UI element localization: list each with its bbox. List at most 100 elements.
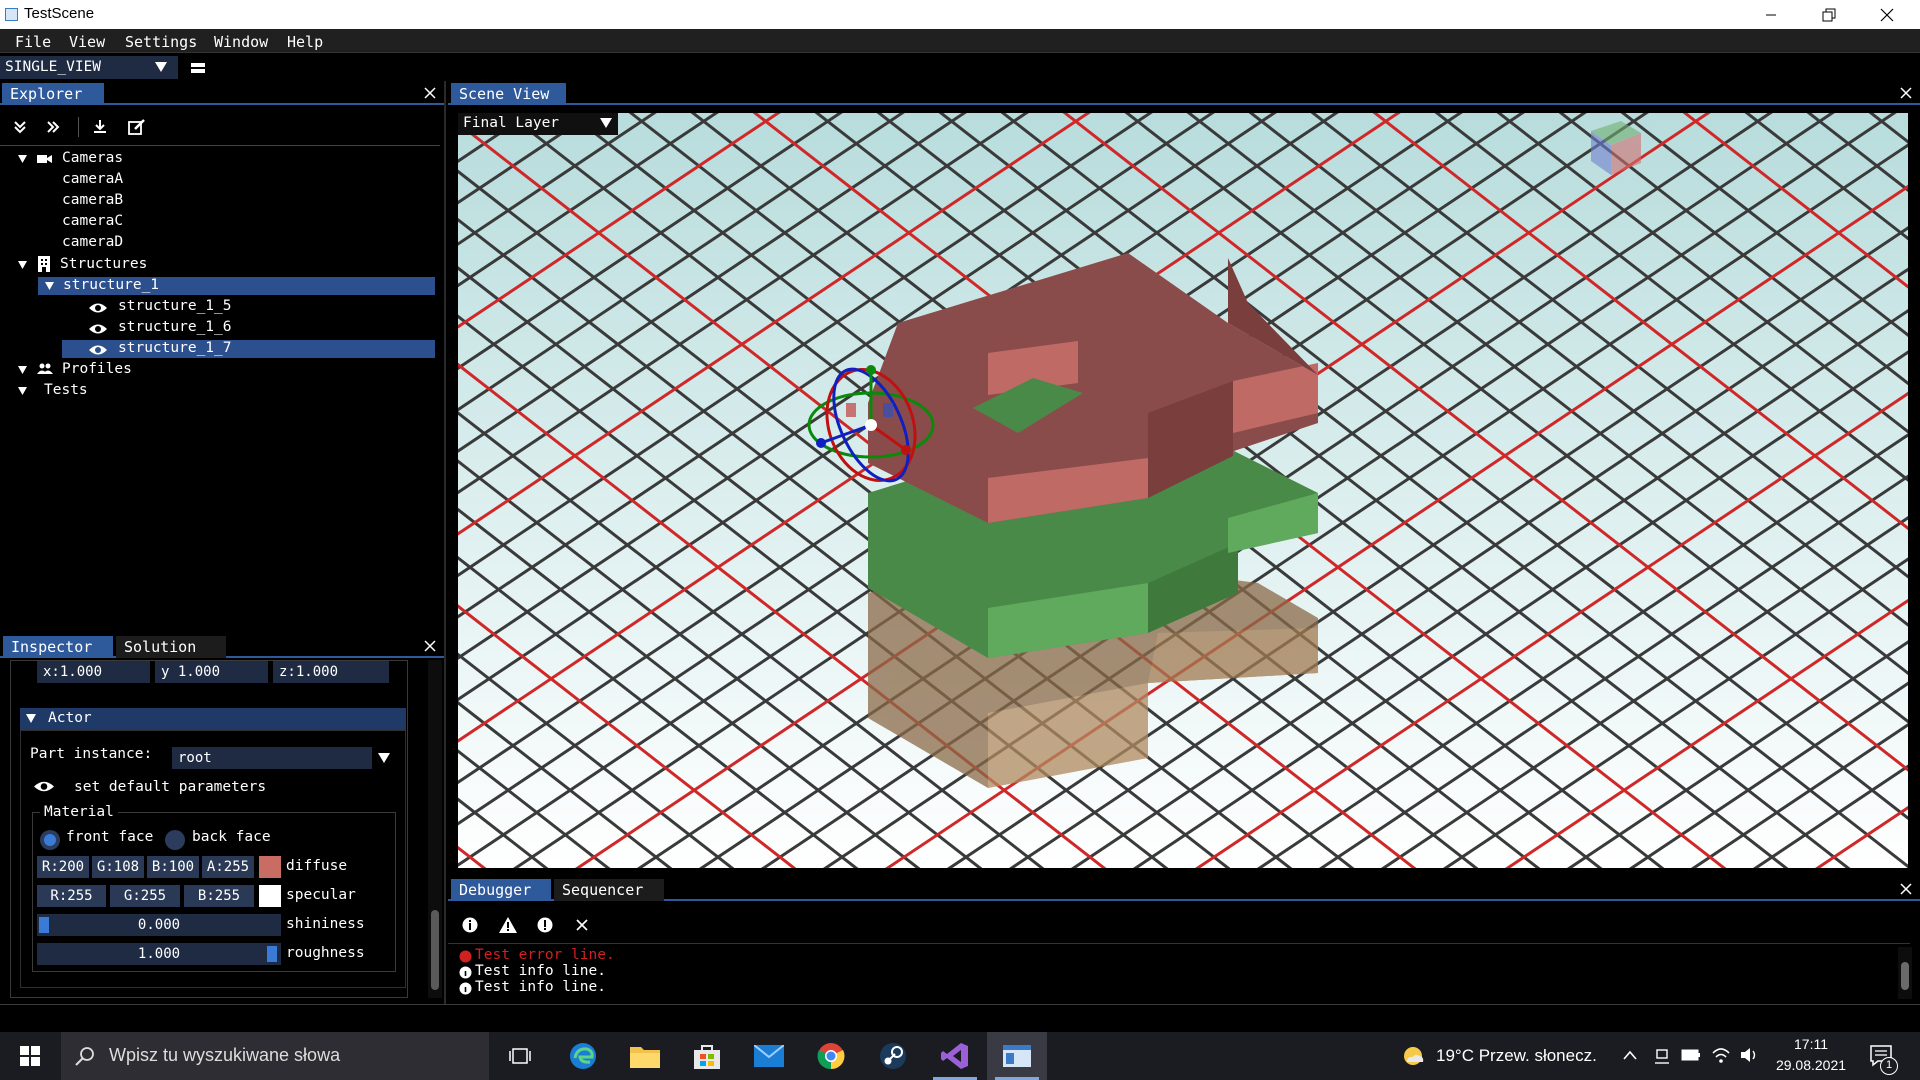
warning-filter-icon[interactable] [499, 917, 517, 933]
taskbar-visual-studio[interactable] [925, 1032, 985, 1080]
part-instance-select[interactable]: root [172, 747, 372, 769]
slider-handle[interactable] [39, 917, 49, 933]
tree-item-structure-1-5[interactable]: structure_1_5 [118, 298, 232, 314]
battery-icon[interactable] [1681, 1049, 1701, 1061]
taskbar-test-scene[interactable] [987, 1032, 1047, 1080]
diffuse-a-field[interactable]: A:255 [202, 856, 254, 878]
specular-g-field[interactable]: G:255 [110, 885, 180, 907]
eye-icon[interactable] [88, 302, 108, 314]
task-view-button[interactable] [490, 1032, 550, 1080]
actor-header[interactable]: Actor [20, 708, 406, 730]
diffuse-g-field[interactable]: G:108 [92, 856, 144, 878]
tab-solution[interactable]: Solution [116, 636, 226, 658]
chevron-up-icon[interactable] [1623, 1050, 1637, 1060]
weather-text[interactable]: 19°C Przew. słonecz. [1436, 1046, 1597, 1066]
scale-z-field[interactable]: z:1.000 [273, 661, 389, 683]
tree-item-camera-b[interactable]: cameraB [62, 192, 123, 208]
shininess-slider[interactable]: 0.000 [37, 914, 281, 936]
expand-arrow-icon[interactable] [45, 282, 54, 290]
expand-arrow-icon[interactable] [18, 155, 27, 163]
dropdown-arrow-icon[interactable] [378, 753, 390, 764]
close-window-button[interactable] [1858, 0, 1916, 29]
taskbar-file-explorer[interactable] [615, 1032, 675, 1080]
taskbar-mail[interactable] [739, 1032, 799, 1080]
close-icon[interactable] [1900, 883, 1912, 895]
taskbar-chrome[interactable] [801, 1032, 861, 1080]
error-filter-icon[interactable] [537, 917, 553, 933]
layout-menu-icon[interactable] [191, 62, 205, 74]
tree-item-cameras[interactable]: Cameras [62, 150, 123, 166]
tab-explorer[interactable]: Explorer [2, 83, 104, 105]
info-filter-icon[interactable] [462, 917, 478, 933]
tab-scene-view[interactable]: Scene View [451, 83, 566, 105]
diffuse-color-swatch[interactable] [259, 856, 281, 878]
scene-viewport[interactable] [458, 113, 1908, 868]
menu-window[interactable]: Window [214, 33, 268, 51]
specular-r-field[interactable]: R:255 [37, 885, 106, 907]
close-icon[interactable] [424, 640, 436, 652]
tree-item-profiles[interactable]: Profiles [62, 361, 132, 377]
taskbar-edge[interactable] [553, 1032, 613, 1080]
tree-item-structure-1-6[interactable]: structure_1_6 [118, 319, 232, 335]
expand-arrow-icon[interactable] [18, 387, 27, 395]
menu-help[interactable]: Help [287, 33, 323, 51]
expand-all-icon[interactable] [46, 120, 60, 134]
clock-date[interactable]: 29.08.2021 [1772, 1057, 1850, 1073]
taskbar-search-box[interactable]: Wpisz tu wyszukiwane słowa [61, 1032, 489, 1080]
eye-icon[interactable] [33, 780, 55, 793]
edit-icon[interactable] [128, 118, 146, 136]
scale-x-field[interactable]: x:1.000 [37, 661, 150, 683]
tab-sequencer[interactable]: Sequencer [554, 879, 664, 901]
roughness-slider[interactable]: 1.000 [37, 943, 281, 965]
collapse-all-icon[interactable] [13, 120, 27, 134]
expand-arrow-icon[interactable] [18, 261, 27, 269]
front-face-radio[interactable] [40, 830, 60, 850]
minimize-button[interactable] [1742, 0, 1800, 29]
scene-render[interactable] [458, 113, 1908, 868]
diffuse-b-field[interactable]: B:100 [147, 856, 199, 878]
tree-item-camera-d[interactable]: cameraD [62, 234, 123, 250]
back-face-radio[interactable] [165, 830, 185, 850]
menu-file[interactable]: File [15, 33, 51, 51]
restore-button[interactable] [1800, 0, 1858, 29]
tree-item-camera-c[interactable]: cameraC [62, 213, 123, 229]
tree-item-structure-1-7[interactable]: structure_1_7 [118, 340, 232, 356]
tree-item-camera-a[interactable]: cameraA [62, 171, 123, 187]
tab-inspector[interactable]: Inspector [3, 636, 113, 658]
download-icon[interactable] [93, 120, 107, 134]
expand-arrow-icon[interactable] [18, 366, 27, 374]
specular-color-swatch[interactable] [259, 885, 281, 907]
taskbar-store[interactable] [677, 1032, 737, 1080]
eye-icon[interactable] [88, 344, 108, 356]
meet-now-icon[interactable] [1654, 1047, 1670, 1065]
clear-log-icon[interactable] [576, 919, 588, 931]
volume-icon[interactable] [1740, 1046, 1760, 1064]
slider-handle[interactable] [267, 946, 277, 962]
taskbar-steam[interactable] [863, 1032, 923, 1080]
inspector-scrollbar[interactable] [428, 660, 442, 998]
diffuse-r-field[interactable]: R:200 [37, 856, 89, 878]
layer-select[interactable]: Final Layer [458, 113, 618, 135]
layout-select[interactable]: SINGLE_VIEW [0, 56, 178, 79]
menu-settings[interactable]: Settings [125, 33, 197, 51]
close-icon[interactable] [424, 87, 436, 99]
weather-icon[interactable] [1401, 1044, 1425, 1068]
tree-item-structure-1[interactable]: structure_1 [63, 277, 159, 293]
tree-item-structures[interactable]: Structures [60, 256, 147, 272]
dropdown-arrow-icon[interactable] [600, 118, 612, 129]
menu-view[interactable]: View [69, 33, 105, 51]
start-button[interactable] [0, 1032, 60, 1080]
scale-y-field[interactable]: y 1.000 [155, 661, 268, 683]
eye-icon[interactable] [88, 323, 108, 335]
tree-item-tests[interactable]: Tests [44, 382, 88, 398]
close-icon[interactable] [1900, 87, 1912, 99]
taskbar: Wpisz tu wyszukiwane słowa 19°C Przew. s… [0, 1032, 1920, 1080]
wifi-icon[interactable] [1711, 1046, 1731, 1064]
dropdown-arrow-icon[interactable] [155, 62, 167, 73]
mail-icon [754, 1045, 784, 1067]
set-default-parameters-label[interactable]: set default parameters [74, 779, 266, 795]
tab-debugger[interactable]: Debugger [451, 879, 551, 901]
clock-time[interactable]: 17:11 [1784, 1036, 1838, 1052]
specular-b-field[interactable]: B:255 [184, 885, 254, 907]
log-scrollbar[interactable] [1898, 947, 1912, 999]
